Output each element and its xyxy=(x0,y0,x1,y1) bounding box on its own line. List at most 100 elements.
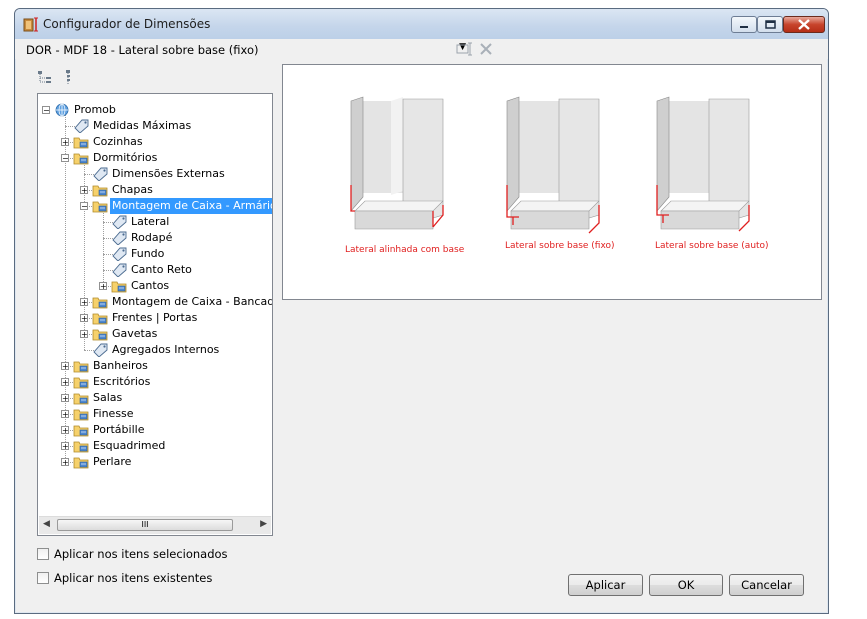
tree-item-label: Banheiros xyxy=(93,359,148,372)
caption-auto: Lateral sobre base (auto) xyxy=(655,241,769,251)
apply-existing-checkbox[interactable] xyxy=(37,572,49,584)
expand-icon[interactable]: + xyxy=(61,394,69,403)
tag-icon xyxy=(92,167,108,182)
close-icon xyxy=(784,17,824,32)
close-button[interactable] xyxy=(783,16,825,33)
maximize-icon xyxy=(758,17,782,32)
expand-icon[interactable]: + xyxy=(61,362,69,371)
tree-item-label: Fundo xyxy=(131,247,165,260)
scroll-left-icon[interactable]: ◀ xyxy=(43,519,50,529)
tag-icon xyxy=(111,247,127,262)
tree-item-label: Portábille xyxy=(93,423,145,436)
folder-icon xyxy=(73,151,89,165)
preview-panel: Lateral alinhada com base Lateral sobre … xyxy=(282,64,822,300)
folder-icon xyxy=(92,199,108,213)
cabinet-illustrations xyxy=(350,96,750,234)
tag-icon xyxy=(73,119,89,134)
collapse-all-icon[interactable] xyxy=(37,69,53,85)
category-tree[interactable]: − Promob Medidas Máximas + Cozinhas − Dormitór… xyxy=(37,93,273,536)
tree-item-label: Cozinhas xyxy=(93,135,143,148)
tree-item-label: Canto Reto xyxy=(131,263,192,276)
collapse-icon[interactable]: − xyxy=(80,202,88,211)
apply-selected-checkbox[interactable] xyxy=(37,548,49,560)
folder-icon xyxy=(73,423,89,437)
config-row: DOR - MDF 18 - Lateral sobre base (fixo)… xyxy=(15,39,828,59)
tag-icon xyxy=(92,343,108,358)
folder-icon xyxy=(73,391,89,405)
expand-icon[interactable]: + xyxy=(61,138,69,147)
tree-item-label: Dormitórios xyxy=(93,151,158,164)
tree-item-label: Medidas Máximas xyxy=(93,119,192,132)
minimize-icon xyxy=(732,17,756,32)
horizontal-scrollbar[interactable]: ◀ III ▶ xyxy=(39,516,271,534)
edit-config-icon[interactable] xyxy=(456,42,474,56)
cabinet-illustration-fixed xyxy=(506,96,600,234)
folder-icon xyxy=(92,311,108,325)
caption-fixed: Lateral sobre base (fixo) xyxy=(505,241,615,251)
tree-item-label: Dimensões Externas xyxy=(112,167,225,180)
cabinet-illustration-auto xyxy=(656,96,750,232)
expand-icon[interactable]: + xyxy=(80,298,88,307)
tree-item-label: Salas xyxy=(93,391,123,404)
folder-icon xyxy=(92,295,108,309)
tree-item-label: Escritórios xyxy=(93,375,151,388)
maximize-button[interactable] xyxy=(757,16,783,33)
collapse-icon[interactable]: − xyxy=(42,106,50,115)
tree-item-label: Lateral xyxy=(131,215,170,228)
folder-icon xyxy=(92,327,108,341)
folder-icon xyxy=(73,359,89,373)
folder-icon xyxy=(73,407,89,421)
cancel-button[interactable]: Cancelar xyxy=(729,574,804,596)
minimize-button[interactable] xyxy=(731,16,757,33)
tree-item-label: Montagem de Caixa - Bancadas xyxy=(112,295,273,308)
tree-item-label: Esquadrimed xyxy=(93,439,166,452)
tree-item-label: Perlare xyxy=(93,455,132,468)
expand-icon[interactable]: + xyxy=(61,378,69,387)
tree-item-label: Frentes | Portas xyxy=(112,311,198,324)
tag-icon xyxy=(111,231,127,246)
folder-icon xyxy=(111,279,127,293)
folder-icon xyxy=(73,375,89,389)
scrollbar-thumb[interactable]: III xyxy=(57,519,233,531)
tag-icon xyxy=(111,263,127,278)
tree-item-label: Agregados Internos xyxy=(112,343,220,356)
config-dropdown[interactable]: DOR - MDF 18 - Lateral sobre base (fixo)… xyxy=(26,41,466,58)
cabinet-illustration-aligned xyxy=(350,96,444,230)
tag-icon xyxy=(111,215,127,230)
delete-config-icon[interactable] xyxy=(479,42,493,56)
config-dropdown-value: DOR - MDF 18 - Lateral sobre base (fixo) xyxy=(26,43,259,57)
window-title: Configurador de Dimensões xyxy=(43,17,211,31)
apply-button[interactable]: Aplicar xyxy=(568,574,643,596)
tree-item-label: Chapas xyxy=(112,183,153,196)
tree-item-label: Rodapé xyxy=(131,231,173,244)
scroll-right-icon[interactable]: ▶ xyxy=(260,519,267,529)
apply-selected-label: Aplicar nos itens selecionados xyxy=(54,547,228,561)
folder-icon xyxy=(73,439,89,453)
globe-icon xyxy=(54,103,70,117)
folder-icon xyxy=(73,455,89,469)
folder-icon xyxy=(73,135,89,149)
folder-icon xyxy=(92,183,108,197)
tree-item-label: Montagem de Caixa - Armários xyxy=(110,198,272,214)
expand-icon[interactable]: + xyxy=(99,282,107,291)
title-bar[interactable]: Configurador de Dimensões xyxy=(15,9,828,40)
tree-item-label: Finesse xyxy=(93,407,134,420)
expand-icon[interactable]: + xyxy=(80,314,88,323)
expand-icon[interactable]: + xyxy=(61,442,69,451)
tree-item-label: Gavetas xyxy=(112,327,158,340)
caption-aligned: Lateral alinhada com base xyxy=(345,245,465,255)
expand-icon[interactable]: + xyxy=(61,426,69,435)
expand-icon[interactable]: + xyxy=(80,330,88,339)
expand-icon[interactable]: + xyxy=(61,410,69,419)
tree-toolbar xyxy=(37,67,289,91)
expand-icon[interactable]: + xyxy=(61,458,69,467)
tree-item-label: Cantos xyxy=(131,279,170,292)
dialog-window: Configurador de Dimensões DOR - MDF 18 -… xyxy=(14,8,829,614)
expand-icon[interactable]: + xyxy=(80,186,88,195)
apply-existing-label: Aplicar nos itens existentes xyxy=(54,571,213,585)
expand-all-icon[interactable] xyxy=(61,69,77,85)
collapse-icon[interactable]: − xyxy=(61,154,69,163)
dimensions-app-icon xyxy=(23,17,38,32)
ok-button[interactable]: OK xyxy=(649,574,723,596)
tree-item-label: Promob xyxy=(74,103,116,116)
